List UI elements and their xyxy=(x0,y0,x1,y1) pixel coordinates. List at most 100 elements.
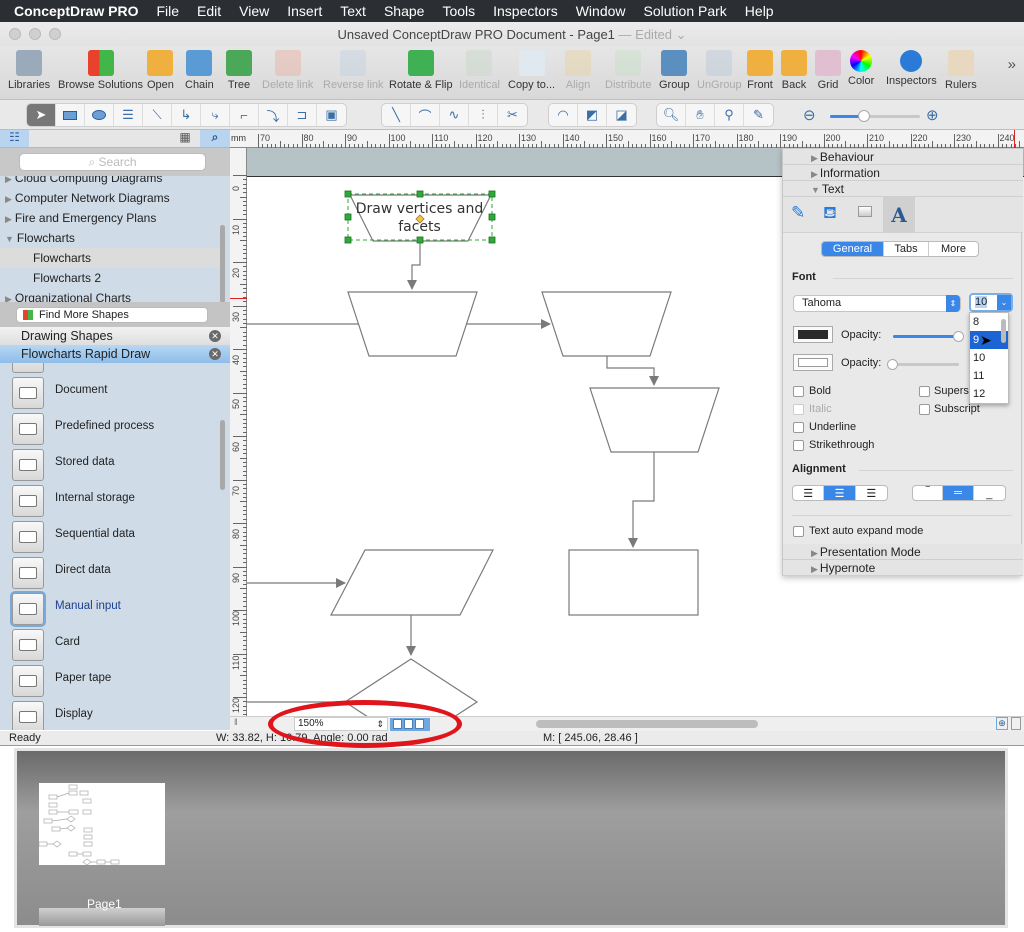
toolbar-align-button[interactable]: Align xyxy=(565,50,591,91)
zoom-slider[interactable] xyxy=(830,110,920,122)
toolbar-inspectors-button[interactable]: Inspectors xyxy=(886,50,937,87)
eyedropper-tool[interactable]: ✎ xyxy=(744,104,773,126)
shape-thumbnail-manual-input[interactable] xyxy=(12,593,44,625)
edit-vertices-tool[interactable]: ◠ xyxy=(549,104,578,126)
resize-handle[interactable] xyxy=(344,213,352,221)
menu-window[interactable]: Window xyxy=(567,3,635,19)
align-center-button[interactable]: ☰ xyxy=(824,486,856,500)
close-library-icon[interactable]: ✕ xyxy=(209,348,221,360)
text-opacity-slider[interactable] xyxy=(893,331,964,342)
dropdown-scrollbar[interactable] xyxy=(1001,319,1006,343)
edited-indicator[interactable]: — Edited ⌄ xyxy=(619,27,687,42)
strikethrough-checkbox[interactable] xyxy=(793,440,804,451)
disclosure-right-icon[interactable]: ▶ xyxy=(5,176,12,184)
shape-thumbnail[interactable] xyxy=(12,363,44,373)
resize-handle[interactable] xyxy=(344,190,352,198)
background-opacity-slider[interactable] xyxy=(887,359,959,370)
resize-handle[interactable] xyxy=(488,190,496,198)
tree-item[interactable]: ▶ Computer Network Diagrams xyxy=(0,188,220,208)
rectangle-tool[interactable] xyxy=(56,104,85,126)
menu-insert[interactable]: Insert xyxy=(278,3,331,19)
polyline-tool[interactable]: ⫶ xyxy=(469,104,498,126)
toolbar-rulers-button[interactable]: Rulers xyxy=(945,50,977,91)
bold-checkbox[interactable] xyxy=(793,386,804,397)
disclosure-down-icon[interactable]: ▼ xyxy=(5,234,14,244)
toolbar-group-button[interactable]: Group xyxy=(659,50,690,91)
chevron-down-icon[interactable]: ⌄ xyxy=(997,295,1011,310)
manual-operation-shape[interactable] xyxy=(347,291,478,357)
text-color-well[interactable] xyxy=(793,326,833,343)
bezier-connector-tool[interactable]: ⤷ xyxy=(201,104,230,126)
resize-handle[interactable] xyxy=(488,236,496,244)
fit-width-icon[interactable] xyxy=(1011,717,1021,730)
union-tool[interactable]: ◩ xyxy=(578,104,607,126)
toolbar-color-button[interactable]: Color xyxy=(848,50,874,87)
shape-label[interactable]: Predefined process xyxy=(55,420,154,432)
shape-label[interactable]: Display xyxy=(55,708,93,720)
menu-tools[interactable]: Tools xyxy=(433,3,484,19)
tree-item[interactable]: ▶ Cloud Computing Diagrams xyxy=(0,176,220,188)
library-flowcharts-rapid-draw[interactable]: Flowcharts Rapid Draw ✕ xyxy=(0,345,230,363)
size-option-12[interactable]: 12 xyxy=(970,385,1008,403)
section-behaviour[interactable]: ▶ Behaviour xyxy=(783,149,1023,165)
manual-operation-shape[interactable] xyxy=(541,291,672,357)
tree-item[interactable]: ▶ Organizational Charts xyxy=(0,288,220,302)
direct-connector-tool[interactable]: ⟍ xyxy=(143,104,172,126)
section-hypernote[interactable]: ▶ Hypernote xyxy=(783,560,1023,576)
library-drawing-shapes[interactable]: Drawing Shapes ✕ xyxy=(0,327,230,345)
toolbar-reverse-link-button[interactable]: Reverse link xyxy=(323,50,384,91)
subscript-checkbox[interactable] xyxy=(919,404,930,415)
menu-inspectors[interactable]: Inspectors xyxy=(484,3,567,19)
tree-item[interactable]: ▼ Flowcharts xyxy=(0,228,220,248)
toolbar-overflow-button[interactable]: » xyxy=(1008,56,1016,73)
section-information[interactable]: ▶ Information xyxy=(783,165,1023,181)
insert-object-tool[interactable]: ▣ xyxy=(317,104,346,126)
search-toggle-icon[interactable]: ⌕ xyxy=(200,130,230,147)
smart-connector-tool[interactable]: ⌐ xyxy=(230,104,259,126)
tab-more[interactable]: More xyxy=(929,242,978,256)
connector[interactable] xyxy=(407,241,421,290)
underline-checkbox[interactable] xyxy=(793,422,804,433)
close-library-icon[interactable]: ✕ xyxy=(209,330,221,342)
size-option-11[interactable]: 11 xyxy=(970,367,1008,385)
shape-thumbnail-predefined-process[interactable] xyxy=(12,413,44,445)
resize-handle[interactable] xyxy=(344,236,352,244)
tree-item[interactable]: ▶ Fire and Emergency Plans xyxy=(0,208,220,228)
shape-label[interactable]: Card xyxy=(55,636,80,648)
toolbar-grid-button[interactable]: Grid xyxy=(815,50,841,91)
align-bottom-button[interactable]: _ xyxy=(974,486,1005,500)
toolbar-identical-button[interactable]: Identical xyxy=(459,50,500,91)
split-handle-icon[interactable]: ‖ xyxy=(234,717,238,727)
toolbar-copy-to-button[interactable]: Copy to... xyxy=(508,50,555,91)
tree-item[interactable]: Flowcharts 2 xyxy=(0,268,220,288)
tree-view-icon[interactable]: ☷ xyxy=(0,130,29,147)
round-connector-tool[interactable]: ⤵ xyxy=(259,104,288,126)
menu-text[interactable]: Text xyxy=(331,3,375,19)
shape-label[interactable]: Sequential data xyxy=(55,528,135,540)
font-family-select[interactable]: Tahoma ⇕ xyxy=(793,295,961,312)
align-top-button[interactable]: ‾ xyxy=(913,486,944,500)
line-style-icon[interactable]: ✎ xyxy=(791,203,805,223)
shape-label[interactable]: Paper tape xyxy=(55,672,111,684)
chain-connector-tool[interactable]: ⊐ xyxy=(288,104,317,126)
auto-expand-checkbox[interactable] xyxy=(793,526,804,537)
ellipse-tool[interactable] xyxy=(85,104,114,126)
freehand-tool[interactable]: ✂ xyxy=(498,104,527,126)
align-right-button[interactable]: ☰ xyxy=(856,486,887,500)
text-style-icon[interactable]: A xyxy=(883,197,915,233)
menu-shape[interactable]: Shape xyxy=(375,3,433,19)
background-color-well[interactable] xyxy=(793,354,833,371)
manual-operation-shape[interactable] xyxy=(589,387,720,453)
toolbar-back-button[interactable]: Back xyxy=(781,50,807,91)
library-search-input[interactable]: ⌕ Search xyxy=(19,153,206,171)
connector[interactable] xyxy=(628,452,655,548)
arc-connector-tool[interactable]: ↳ xyxy=(172,104,201,126)
data-input-shape[interactable] xyxy=(330,549,494,616)
menu-view[interactable]: View xyxy=(230,3,278,19)
app-menu[interactable]: ConceptDraw PRO xyxy=(0,3,147,19)
shape-thumbnail-sequential-data[interactable] xyxy=(12,521,44,553)
section-presentation-mode[interactable]: ▶ Presentation Mode xyxy=(783,544,1023,560)
shape-list-scrollbar[interactable] xyxy=(220,420,225,490)
disclosure-right-icon[interactable]: ▶ xyxy=(5,194,12,204)
shadow-style-icon[interactable] xyxy=(858,206,872,217)
